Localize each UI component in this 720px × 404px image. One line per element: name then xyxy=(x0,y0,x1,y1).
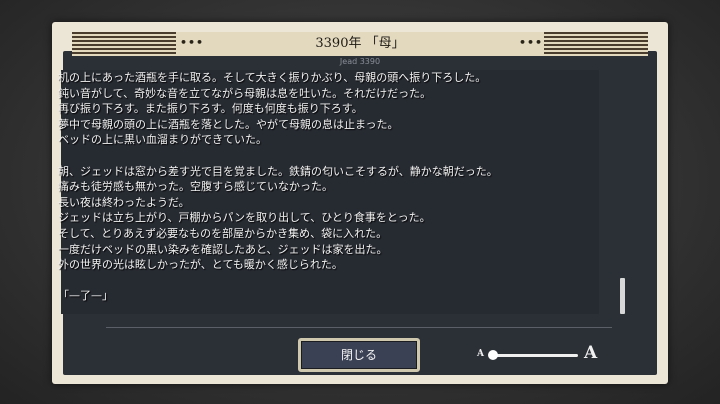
story-line: そして、とりあえず必要なものを部屋からかき集め、袋に入れた。 xyxy=(58,226,388,240)
story-line: 再び振り下ろす。また振り下ろす。何度も何度も振り下ろす。 xyxy=(58,102,363,116)
story-line: 「—了—」 xyxy=(58,289,113,303)
story-line: 一度だけベッドの黒い染みを確認したあと、ジェッドは家を出た。 xyxy=(58,242,388,256)
story-line: 机の上にあった酒瓶を手に取る。そして大きく振りかぶり、母親の頭へ振り下ろした。 xyxy=(58,71,487,84)
story-line: 痛みも徒労感も無かった。空腹すら感じていなかった。 xyxy=(58,180,333,194)
story-line: 朝、ジェッドは窓から差す光で目を覚ました。鉄錆の匂いこそするが、静かな朝だった。 xyxy=(58,164,498,178)
scrollbar-thumb[interactable] xyxy=(620,278,625,314)
divider xyxy=(106,327,612,328)
story-title: 3390年 「母」 xyxy=(315,36,405,51)
story-line: 夢中で母親の頭の上に酒瓶を落とした。やがて母親の息は止まった。 xyxy=(58,117,399,131)
story-line: 外の世界の光は眩しかったが、とても暖かく感じられた。 xyxy=(58,258,343,272)
close-button[interactable]: 閉じる xyxy=(298,338,420,372)
slider-track[interactable] xyxy=(492,354,578,357)
story-line: 鈍い音がして、奇妙な音を立てながら母親は息を吐いた。それだけだった。 xyxy=(58,86,432,100)
font-size-slider[interactable]: A A xyxy=(474,343,602,367)
story-subtitle: Jead 3390 xyxy=(339,57,381,66)
story-line: ベッドの上に黒い血溜まりができていた。 xyxy=(58,133,267,147)
story-line: ジェッドは立ち上がり、戸棚からパンを取り出して、ひとり食事をとった。 xyxy=(58,211,431,225)
title-bar: ••• ••• 3390年 「母」 xyxy=(72,32,648,56)
slider-thumb[interactable] xyxy=(488,350,498,360)
font-size-small-icon[interactable]: A xyxy=(477,349,484,359)
story-line: 長い夜は終わったようだ。 xyxy=(58,195,190,209)
story-text: 机の上にあった酒瓶を手に取る。そして大きく振りかぶり、母親の頭へ振り下ろした。鈍… xyxy=(58,70,598,304)
font-size-large-icon[interactable]: A xyxy=(584,343,597,363)
